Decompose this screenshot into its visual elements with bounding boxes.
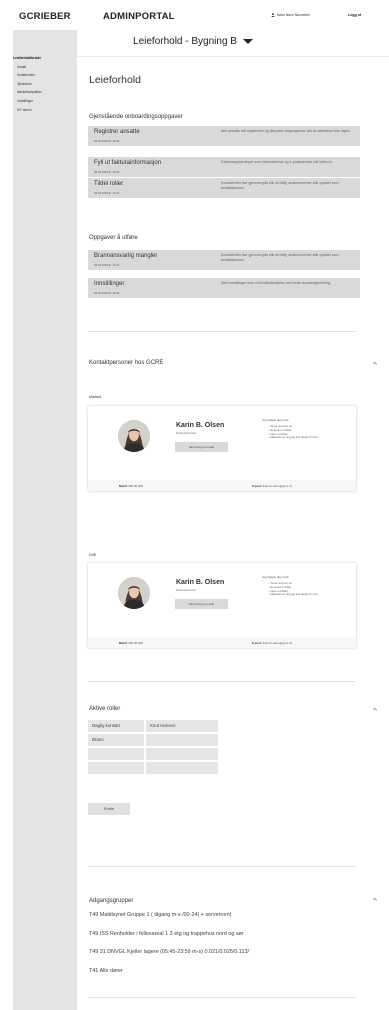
avatar — [118, 420, 150, 452]
send-email-button[interactable]: Send meg en e-post — [175, 599, 228, 609]
user-icon — [271, 13, 275, 17]
role-name-cell — [88, 748, 144, 760]
contact-name: Karin B. Olsen — [176, 422, 225, 429]
task-innstillinger[interactable]: Innstillinger 22.02.2023 kl. 14:04 Sett … — [88, 278, 360, 298]
contact-email[interactable]: E-post: Karin.b.olsen@gcre.no — [252, 484, 292, 488]
task-registrer-ansatte[interactable]: Registrer ansatte 22.02.2023 kl. 14:04 A… — [88, 126, 360, 146]
task-description: Kontaktroller bør gjennomgås slik at rik… — [221, 181, 339, 190]
access-group-item: T49 31 DNVGL Kjeller lagere (05:45-23:59… — [89, 949, 250, 955]
chevron-up-icon[interactable] — [372, 360, 378, 366]
contact-name: Karin B. Olsen — [176, 579, 225, 586]
contact-card: Karin B. Olsen Markedskontakt Send meg e… — [88, 563, 356, 648]
task-title: Tildel roller — [94, 181, 124, 187]
sidebar: Leieforholdforside Ansatt Kontaktroller … — [13, 30, 77, 1010]
send-email-button[interactable]: Send meg en e-post — [175, 442, 228, 452]
contact-email[interactable]: E-post: Karin.b.olsen@gcre.no — [252, 641, 292, 645]
access-group-item: T49 Mattilsynet Gruppe 1 ( tilgang m-s /… — [89, 912, 232, 918]
page-title: Leieforhold — [89, 74, 141, 86]
sidebar-item-ansatt[interactable]: Ansatt — [17, 63, 77, 72]
role-name-cell — [88, 762, 144, 774]
chevron-up-icon[interactable] — [372, 896, 378, 902]
task-description: Fakturaopplysninger som fakturaformat og… — [221, 160, 333, 164]
avatar — [118, 577, 150, 609]
sidebar-item-innstillinger[interactable]: Innstillinger — [17, 97, 77, 106]
sidebar-item-izy-admin[interactable]: IZY admin — [17, 106, 77, 115]
sidebar-item-leieforholdforside[interactable]: Leieforholdforside — [13, 54, 77, 63]
task-title: Innstillinger — [94, 281, 125, 287]
divider — [88, 866, 356, 867]
divider — [77, 56, 389, 57]
task-description: Sett innstillinger som vil forhåndsutfyl… — [221, 281, 332, 285]
logo[interactable]: GCRIEBER — [19, 11, 71, 22]
contact-role: Markedskontakt — [176, 431, 196, 435]
task-date: 22.02.2023 kl. 14:04 — [94, 139, 120, 143]
task-brannansvarlig-mangler[interactable]: Brannansvarlig mangler 22.02.2023 kl. 14… — [88, 250, 360, 270]
role-person-cell: Knut Hansen — [146, 720, 218, 732]
list-item: – Masseris av ting jeg kan hjelpe til me… — [268, 592, 318, 597]
contacts-section-title: Kontaktpersoner hos GCRE — [89, 360, 164, 366]
role-name-cell: Daglig kontakt — [88, 720, 144, 732]
role-name-cell: Brann — [88, 734, 144, 746]
help-title: Jeg hjelper deg med: — [262, 575, 289, 579]
contact-group-label: Marked — [89, 395, 101, 399]
divider — [88, 997, 356, 998]
task-title: Brannansvarlig mangler — [94, 253, 158, 259]
contact-mobile: Mobil: 999 99 999 — [119, 483, 143, 488]
task-description: Kontaktroller bør gjennomgås slik at rik… — [221, 253, 339, 262]
sidebar-item-nokkelkortpakker[interactable]: Nøkkelkortpakker — [17, 88, 77, 97]
top-bar: GCRIEBER ADMINPORTAL Navn Navn Navnesen … — [0, 0, 389, 30]
role-person-cell — [146, 762, 218, 774]
sidebar-item-kontaktroller[interactable]: Kontaktroller — [17, 71, 77, 80]
contact-mobile: Mobil: 999 99 999 — [119, 640, 143, 645]
user-name: Navn Navn Navnesen — [277, 13, 310, 17]
onboarding-section-title: Gjenstående onboardingsoppgaver — [89, 114, 183, 120]
role-person-cell — [146, 734, 218, 746]
contact-footer: Mobil: 999 99 999 E-post: Karin.b.olsen@… — [88, 637, 356, 648]
sidebar-item-gjestekort[interactable]: Gjestekort — [17, 80, 77, 89]
task-tildel-roller[interactable]: Tildel roller 22.02.2023 kl. 14:04 Konta… — [88, 178, 360, 198]
role-person-cell — [146, 748, 218, 760]
portal-title: ADMINPORTAL — [103, 11, 175, 22]
chevron-up-icon[interactable] — [372, 706, 378, 712]
main-content — [77, 30, 389, 1010]
logout-button[interactable]: Logg ut — [348, 13, 361, 17]
divider — [88, 331, 356, 332]
task-title: Registrer ansatte — [94, 129, 140, 135]
todo-section-title: Oppgaver å utføre — [89, 235, 138, 241]
edit-roles-button[interactable]: Endre — [88, 803, 130, 815]
access-groups-section-title: Adgangsgrupper — [89, 898, 134, 904]
list-item: – Masseris av ting jeg kan hjelpe til me… — [268, 435, 318, 440]
lease-selector[interactable]: Leieforhold - Bygning B — [77, 36, 309, 47]
contact-card: Karin B. Olsen Markedskontakt Send meg e… — [88, 406, 356, 491]
task-fyll-ut-fakturainformasjon[interactable]: Fyll ut fakturainformasjon 22.02.2023 kl… — [88, 157, 360, 177]
help-list: – Tema nummer en – Et annet område – Fle… — [268, 581, 328, 597]
user-menu[interactable]: Navn Navn Navnesen — [271, 13, 310, 17]
divider — [88, 681, 356, 682]
lease-selector-label: Leieforhold - Bygning B — [133, 36, 237, 47]
task-description: Alle ansatte må registreres og tilknytte… — [221, 129, 351, 133]
contact-group-label: Drift — [89, 553, 96, 557]
access-group-item: T49 ISS Renholder i fellesareal 1 3 etg … — [89, 931, 244, 937]
help-title: Jeg hjelper deg med: — [262, 418, 289, 422]
roles-section-title: Aktive roller — [89, 706, 121, 712]
task-title: Fyll ut fakturainformasjon — [94, 160, 162, 166]
task-date: 22.02.2023 kl. 14:04 — [94, 191, 120, 195]
task-date: 22.02.2023 kl. 14:04 — [94, 291, 120, 295]
task-date: 22.02.2023 kl. 14:04 — [94, 263, 120, 267]
help-list: – Tema nummer en – Et annet område – Fle… — [268, 424, 328, 440]
contact-footer: Mobil: 999 99 999 E-post: Karin.b.olsen@… — [88, 480, 356, 491]
task-date: 22.02.2023 kl. 14:04 — [94, 170, 120, 174]
access-group-item: T41 Alle dører — [89, 968, 123, 974]
contact-role: Markedskontakt — [176, 588, 196, 592]
caret-down-icon — [242, 38, 253, 44]
